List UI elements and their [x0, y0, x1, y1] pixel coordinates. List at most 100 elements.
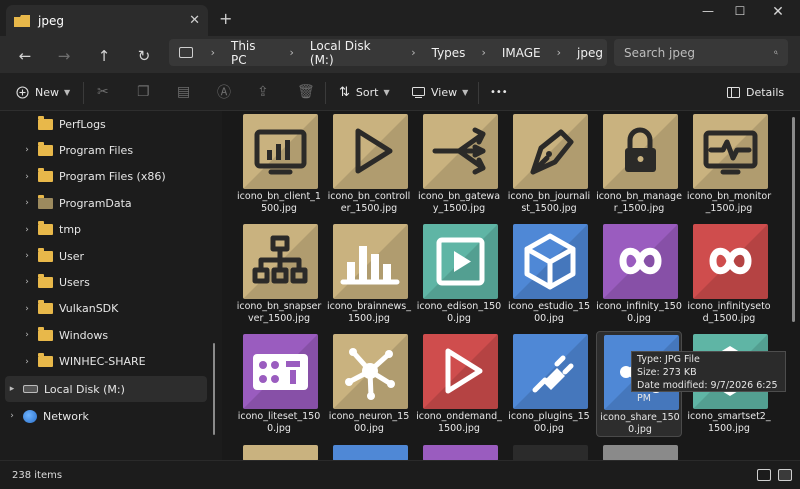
trash-icon: 🗑: [297, 84, 315, 100]
breadcrumb-this-pc[interactable]: This PC: [231, 39, 273, 67]
file-tile[interactable]: icono_plugins_1500.jpg: [506, 331, 592, 437]
file-tile[interactable]: icono_brainnews_1500.jpg: [326, 221, 412, 327]
more-options-button[interactable]: •••: [490, 73, 508, 111]
drive-icon: [23, 385, 38, 393]
chevron-right-icon[interactable]: ›: [20, 277, 34, 287]
file-tile[interactable]: icono_edison_1500.jpg: [416, 221, 502, 327]
up-button[interactable]: ↑: [90, 42, 118, 70]
sidebar-item-label: VulkanSDK: [59, 302, 119, 316]
file-tile[interactable]: icono_ondemand_1500.jpg: [416, 331, 502, 437]
tooltip-size: Size: 273 KB: [637, 367, 697, 378]
file-name: icono_neuron_1500.jpg: [328, 411, 410, 434]
breadcrumb-jpeg[interactable]: jpeg: [577, 46, 603, 60]
forward-button[interactable]: →: [50, 42, 78, 70]
sidebar-item-program-files-x86-[interactable]: › Program Files (x86): [20, 164, 208, 190]
sidebar-item-vulkansdk[interactable]: › VulkanSDK: [20, 296, 208, 322]
file-tile[interactable]: icono_liteset_1500.jpg: [236, 331, 322, 437]
file-tile[interactable]: icono_bn_journalist_1500.jpg: [506, 111, 592, 217]
paste-button[interactable]: ▤: [177, 73, 190, 111]
rename-button[interactable]: Ⓐ: [217, 73, 231, 111]
close-tab-icon[interactable]: ✕: [189, 13, 200, 28]
content-scrollbar[interactable]: [792, 117, 795, 322]
view-button[interactable]: View ▼: [412, 73, 468, 111]
file-tile[interactable]: icono_infinity_1500.jpg: [596, 221, 682, 327]
delete-button[interactable]: 🗑: [297, 73, 315, 111]
folder-icon: [38, 115, 53, 130]
back-button[interactable]: ←: [11, 42, 39, 70]
minimize-button[interactable]: —: [690, 4, 726, 22]
file-name: icono_share_1500.jpg: [600, 412, 680, 435]
sidebar-item-program-files[interactable]: › Program Files: [20, 137, 208, 163]
sidebar-scrollbar[interactable]: [213, 343, 215, 435]
file-name: icono_infinity_1500.jpg: [596, 301, 682, 324]
refresh-button[interactable]: ↻: [130, 42, 158, 70]
chevron-right-icon[interactable]: ›: [481, 46, 485, 59]
sidebar-item-windows[interactable]: › Windows: [20, 322, 208, 348]
folder-icon: [38, 168, 53, 183]
chevron-down-icon[interactable]: ▸: [5, 384, 19, 394]
breadcrumb-types[interactable]: Types: [432, 46, 466, 60]
chevron-right-icon[interactable]: ›: [557, 46, 561, 59]
file-tile[interactable]: icono_bn_controller_1500.jpg: [326, 111, 412, 217]
new-button[interactable]: New ▼: [16, 73, 70, 111]
clipboard-icon: ▤: [177, 84, 191, 100]
copy-button[interactable]: ❐: [137, 73, 150, 111]
file-tooltip: Type: JPG File Size: 273 KB Date modifie…: [631, 351, 786, 404]
chevron-down-icon: ▼: [64, 87, 71, 97]
file-tile[interactable]: icono_bn_manager_1500.jpg: [596, 111, 682, 217]
address-bar[interactable]: › This PC › Local Disk (M:) › Types › IM…: [169, 39, 607, 67]
thumbnail-image[interactable]: [243, 445, 318, 460]
chevron-right-icon[interactable]: ›: [20, 357, 34, 367]
chevron-right-icon[interactable]: ›: [20, 145, 34, 155]
chevron-right-icon[interactable]: ›: [5, 411, 19, 421]
sidebar-item-perflogs[interactable]: PerfLogs: [20, 111, 208, 137]
sidebar-item-users[interactable]: › Users: [20, 269, 208, 295]
file-tile[interactable]: icono_bn_client_1500.jpg: [236, 111, 322, 217]
new-tab-button[interactable]: +: [219, 9, 232, 28]
chevron-right-icon[interactable]: ›: [20, 330, 34, 340]
breadcrumb-local-disk[interactable]: Local Disk (M:): [310, 39, 395, 67]
sidebar-item-tmp[interactable]: › tmp: [20, 217, 208, 243]
tab-jpeg[interactable]: jpeg ✕: [6, 5, 208, 36]
file-tile[interactable]: icono_bn_gateway_1500.jpg: [416, 111, 502, 217]
chevron-right-icon[interactable]: ›: [20, 172, 34, 182]
tooltip-modified: Date modified: 9/7/2026 6:25 PM: [637, 380, 778, 404]
file-tile[interactable]: icono_bn_snapserver_1500.jpg: [236, 221, 322, 327]
file-tile[interactable]: icono_infinitysetod_1500.jpg: [686, 221, 772, 327]
breadcrumb-image[interactable]: IMAGE: [502, 46, 541, 60]
chevron-right-icon[interactable]: ›: [20, 251, 34, 261]
sidebar-item-local-disk[interactable]: ▸ Local Disk (M:): [5, 376, 207, 402]
search-box[interactable]: [614, 39, 788, 66]
folder-icon: [38, 326, 53, 341]
details-button[interactable]: Details: [727, 73, 784, 111]
chevron-right-icon[interactable]: ›: [20, 225, 34, 235]
sidebar-item-user[interactable]: › User: [20, 243, 208, 269]
sidebar-item-network[interactable]: › Network: [5, 403, 215, 429]
search-input[interactable]: [624, 45, 774, 60]
file-tile[interactable]: icono_estudio_1500.jpg: [506, 221, 592, 327]
file-tile[interactable]: icono_bn_monitor_1500.jpg: [686, 111, 772, 217]
chevron-right-icon[interactable]: ›: [20, 304, 34, 314]
details-view-button[interactable]: [757, 469, 771, 481]
command-bar: New ▼ ✂ ❐ ▤ Ⓐ ⇪ 🗑 ⇅ Sort ▼ View ▼ ••• De…: [0, 73, 800, 111]
close-window-button[interactable]: ✕: [760, 4, 796, 22]
infinity-icon: [603, 224, 678, 299]
chevron-right-icon[interactable]: ›: [411, 46, 415, 59]
sort-button[interactable]: ⇅ Sort ▼: [339, 73, 390, 111]
file-name: icono_smartset2_1500.jpg: [687, 411, 771, 434]
thumbnail-image[interactable]: [333, 445, 408, 460]
chevron-right-icon[interactable]: ›: [289, 46, 293, 59]
gateway-arrows-icon: [423, 114, 498, 189]
file-tile[interactable]: icono_neuron_1500.jpg: [326, 331, 412, 437]
sidebar-item-programdata[interactable]: › ProgramData: [20, 190, 208, 216]
thumbnail-image[interactable]: [603, 445, 678, 460]
maximize-button[interactable]: ☐: [722, 4, 758, 22]
thumbnail-image[interactable]: [513, 445, 588, 460]
share-button[interactable]: ⇪: [257, 73, 269, 111]
cut-button[interactable]: ✂: [97, 73, 109, 111]
sidebar-item-winhec-share[interactable]: › WINHEC-SHARE: [20, 349, 208, 375]
large-icons-view-button[interactable]: [778, 469, 792, 481]
chevron-right-icon[interactable]: ›: [20, 198, 34, 208]
chevron-right-icon[interactable]: ›: [211, 46, 215, 59]
thumbnail-image[interactable]: [423, 445, 498, 460]
